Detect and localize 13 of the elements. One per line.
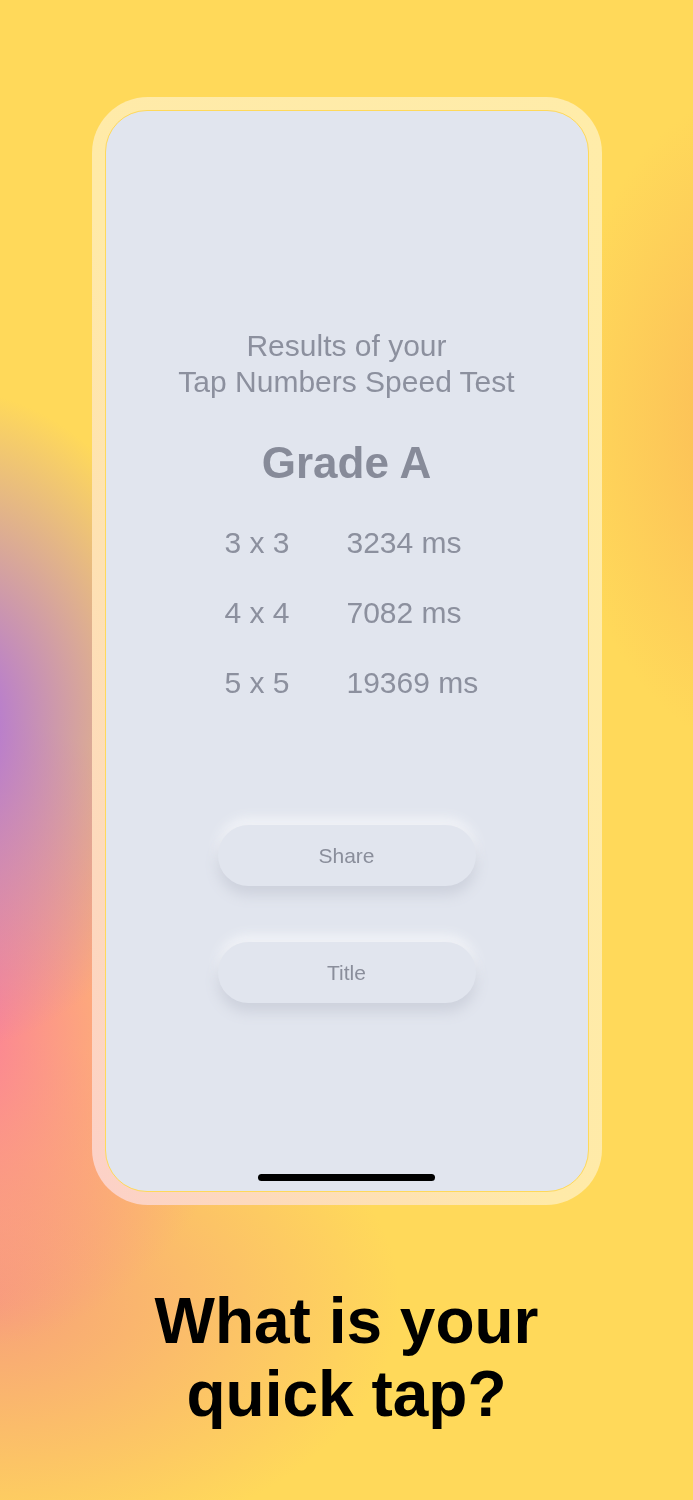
heading-text: Results of your	[246, 328, 447, 364]
pill-button[interactable]: Title	[217, 942, 476, 1003]
caption-text: quick tap?	[186, 1358, 507, 1431]
grade-text: Grade A	[261, 437, 432, 489]
heading-text: Tap Numbers Speed Test	[178, 364, 515, 400]
time-text: 19369 ms	[346, 665, 479, 701]
grid-size-text: 3 x 3	[224, 526, 290, 559]
time-text: 3234 ms	[346, 525, 462, 561]
grid-size-text: 5 x 5	[224, 666, 290, 699]
caption-text: What is your	[154, 1285, 539, 1358]
pill-button[interactable]: Share	[217, 825, 476, 886]
grid-size-text: 4 x 4	[224, 596, 290, 629]
time-text: 7082 ms	[346, 595, 462, 631]
